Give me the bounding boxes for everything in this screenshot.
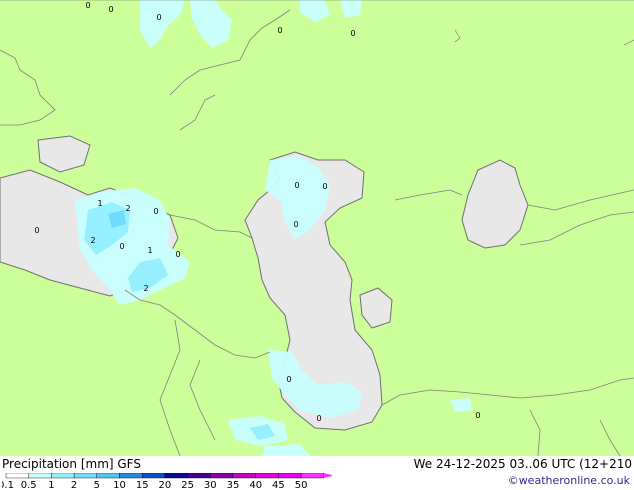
point-value: 2 bbox=[125, 204, 130, 213]
credit-link[interactable]: ©weatheronline.co.uk bbox=[508, 474, 630, 488]
legend-label: 30 bbox=[204, 480, 217, 489]
legend-swatch bbox=[232, 473, 256, 479]
point-value: 0 bbox=[350, 29, 355, 38]
legend-label: 40 bbox=[249, 480, 262, 489]
point-value: 0 bbox=[277, 26, 282, 35]
legend-label: 25 bbox=[181, 480, 194, 489]
legend-swatch bbox=[51, 473, 75, 479]
legend-label: 1 bbox=[48, 480, 54, 489]
point-value: 0 bbox=[156, 13, 161, 22]
legend-label: 20 bbox=[159, 480, 172, 489]
point-value: 0 bbox=[316, 414, 321, 423]
point-value: 0 bbox=[85, 1, 90, 10]
point-value: 1 bbox=[147, 246, 152, 255]
legend-label: 45 bbox=[272, 480, 285, 489]
point-value: 1 bbox=[97, 199, 102, 208]
legend-arrow-icon bbox=[323, 473, 332, 478]
legend-swatch bbox=[300, 473, 325, 479]
point-value: 0 bbox=[294, 181, 299, 190]
footer: Precipitation [mm] GFS We 24-12-2025 03.… bbox=[0, 456, 634, 490]
legend-swatch bbox=[5, 473, 29, 479]
legend-label: 50 bbox=[295, 480, 308, 489]
legend-swatch bbox=[255, 473, 279, 479]
point-value: 0 bbox=[293, 220, 298, 229]
legend-swatch bbox=[119, 473, 143, 479]
point-value: 2 bbox=[143, 284, 148, 293]
point-value: 0 bbox=[475, 411, 480, 420]
legend-swatch bbox=[278, 473, 302, 479]
legend-label: 10 bbox=[113, 480, 126, 489]
legend-swatch bbox=[73, 473, 97, 479]
legend-label: 0.5 bbox=[21, 480, 37, 489]
point-value: 0 bbox=[34, 226, 39, 235]
legend-swatch bbox=[164, 473, 188, 479]
legend-label: 35 bbox=[227, 480, 240, 489]
legend-swatch bbox=[187, 473, 211, 479]
legend-label: 0.1 bbox=[2, 480, 14, 489]
legend-swatch bbox=[28, 473, 52, 479]
point-value: 2 bbox=[90, 236, 95, 245]
legend-swatch bbox=[141, 473, 166, 479]
legend-scale: 0.10.5125101520253035404550 bbox=[2, 473, 332, 489]
valid-time: We 24-12-2025 03..06 UTC (12+210 bbox=[413, 457, 632, 471]
point-value: 0 bbox=[175, 250, 180, 259]
legend-label: 15 bbox=[136, 480, 149, 489]
legend-swatch bbox=[96, 473, 120, 479]
point-value: 0 bbox=[286, 375, 291, 384]
map-title: Precipitation [mm] GFS bbox=[2, 457, 141, 471]
point-value: 0 bbox=[322, 182, 327, 191]
point-value: 0 bbox=[153, 207, 158, 216]
point-value: 0 bbox=[119, 242, 124, 251]
legend-label: 2 bbox=[71, 480, 77, 489]
legend-swatch bbox=[210, 473, 234, 479]
point-value: 0 bbox=[108, 5, 113, 14]
legend-label: 5 bbox=[94, 480, 100, 489]
precipitation-map: 0 0 0 0 0 0 1 2 0 2 0 1 0 2 0 0 0 0 0 0 bbox=[0, 0, 634, 456]
